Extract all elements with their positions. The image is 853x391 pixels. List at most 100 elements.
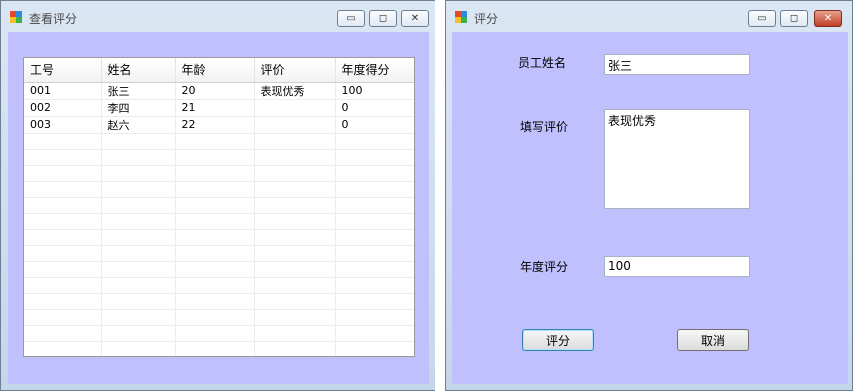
empty-grid-cell <box>254 261 336 278</box>
column-header[interactable]: 姓名 <box>101 58 176 83</box>
score-grid[interactable]: 工号 姓名 年龄 评价 年度得分 001 张三 20 表现优秀 100 002 … <box>23 57 415 357</box>
empty-grid-cell <box>335 325 414 342</box>
title-bar[interactable]: 查看评分 ▭ ◻ ✕ <box>1 1 435 31</box>
empty-grid-cell <box>175 325 255 342</box>
grid-cell[interactable]: 20 <box>175 82 255 100</box>
minimize-button[interactable]: ▭ <box>748 10 776 27</box>
empty-grid-cell <box>335 261 414 278</box>
cancel-button[interactable]: 取消 <box>677 329 749 351</box>
empty-grid-cell <box>175 197 255 214</box>
grid-header-row: 工号 姓名 年龄 评价 年度得分 <box>24 58 414 83</box>
grid-cell[interactable] <box>254 116 336 134</box>
empty-grid-cell <box>254 149 336 166</box>
empty-grid-cell <box>254 293 336 310</box>
empty-grid-cell <box>101 149 176 166</box>
empty-grid-row <box>24 149 414 166</box>
close-button[interactable]: ✕ <box>814 10 842 27</box>
grid-cell[interactable]: 0 <box>335 116 414 134</box>
table-row[interactable]: 001 张三 20 表现优秀 100 <box>24 82 414 100</box>
empty-grid-row <box>24 261 414 278</box>
client-area: 员工姓名 张三 填写评价 表现优秀 年度评分 100 评分 取消 <box>452 32 848 384</box>
grid-cell[interactable]: 002 <box>24 99 102 117</box>
empty-grid-cell <box>101 341 176 356</box>
empty-grid-cell <box>101 133 176 150</box>
empty-grid-cell <box>335 181 414 198</box>
empty-grid-cell <box>24 133 102 150</box>
empty-grid-cell <box>254 165 336 182</box>
annual-score-label: 年度评分 <box>520 260 569 274</box>
column-header[interactable]: 年度得分 <box>335 58 414 83</box>
empty-grid-row <box>24 133 414 150</box>
empty-grid-cell <box>335 165 414 182</box>
empty-grid-cell <box>335 341 414 356</box>
grid-cell[interactable]: 003 <box>24 116 102 134</box>
grid-cell[interactable]: 赵六 <box>101 116 176 134</box>
employee-name-field[interactable]: 张三 <box>604 54 750 75</box>
empty-grid-cell <box>101 165 176 182</box>
maximize-button[interactable]: ◻ <box>780 10 808 27</box>
empty-grid-cell <box>101 213 176 230</box>
empty-grid-row <box>24 325 414 342</box>
grid-cell[interactable]: 001 <box>24 82 102 100</box>
empty-grid-cell <box>24 197 102 214</box>
empty-grid-cell <box>24 165 102 182</box>
empty-grid-cell <box>175 293 255 310</box>
table-row[interactable]: 002 李四 21 0 <box>24 99 414 117</box>
empty-grid-cell <box>335 309 414 326</box>
annual-score-field[interactable]: 100 <box>604 256 750 277</box>
grid-cell[interactable]: 0 <box>335 99 414 117</box>
window-title: 查看评分 <box>29 12 78 26</box>
empty-grid-cell <box>254 229 336 246</box>
column-header[interactable]: 年龄 <box>175 58 255 83</box>
empty-grid-cell <box>335 229 414 246</box>
empty-grid-cell <box>101 309 176 326</box>
close-button[interactable]: ✕ <box>401 10 429 27</box>
empty-grid-cell <box>175 133 255 150</box>
empty-grid-row <box>24 229 414 246</box>
empty-grid-cell <box>101 181 176 198</box>
review-textarea[interactable]: 表现优秀 <box>604 109 750 209</box>
grid-cell[interactable]: 李四 <box>101 99 176 117</box>
empty-grid-cell <box>24 149 102 166</box>
empty-grid-cell <box>335 197 414 214</box>
empty-grid-cell <box>335 213 414 230</box>
empty-grid-cell <box>175 341 255 356</box>
empty-grid-cell <box>335 133 414 150</box>
score-window: 评分 ▭ ◻ ✕ 员工姓名 张三 填写评价 表现优秀 年度评分 100 评分 取… <box>445 0 853 391</box>
empty-grid-row <box>24 181 414 198</box>
empty-grid-cell <box>24 293 102 310</box>
empty-grid-cell <box>24 277 102 294</box>
title-bar[interactable]: 评分 ▭ ◻ ✕ <box>446 1 852 31</box>
minimize-button[interactable]: ▭ <box>337 10 365 27</box>
grid-cell[interactable]: 21 <box>175 99 255 117</box>
grid-cell[interactable]: 100 <box>335 82 414 100</box>
submit-score-button[interactable]: 评分 <box>522 329 594 351</box>
grid-cell[interactable]: 22 <box>175 116 255 134</box>
grid-cell[interactable] <box>254 99 336 117</box>
maximize-button[interactable]: ◻ <box>369 10 397 27</box>
empty-grid-cell <box>175 165 255 182</box>
empty-grid-row <box>24 293 414 310</box>
empty-grid-cell <box>254 341 336 356</box>
empty-grid-cell <box>254 213 336 230</box>
app-icon <box>455 11 468 24</box>
empty-grid-cell <box>101 261 176 278</box>
table-row[interactable]: 003 赵六 22 0 <box>24 116 414 134</box>
empty-grid-cell <box>24 261 102 278</box>
empty-grid-cell <box>24 325 102 342</box>
column-header[interactable]: 评价 <box>254 58 336 83</box>
empty-grid-cell <box>24 229 102 246</box>
empty-grid-row <box>24 197 414 214</box>
empty-grid-cell <box>175 277 255 294</box>
empty-grid-cell <box>24 181 102 198</box>
grid-cell[interactable]: 表现优秀 <box>254 82 336 100</box>
empty-grid-cell <box>24 341 102 356</box>
empty-grid-cell <box>175 261 255 278</box>
column-header[interactable]: 工号 <box>24 58 102 83</box>
empty-grid-cell <box>175 245 255 262</box>
empty-grid-cell <box>101 229 176 246</box>
empty-grid-cell <box>335 149 414 166</box>
empty-grid-cell <box>175 149 255 166</box>
empty-grid-cell <box>335 245 414 262</box>
grid-cell[interactable]: 张三 <box>101 82 176 100</box>
